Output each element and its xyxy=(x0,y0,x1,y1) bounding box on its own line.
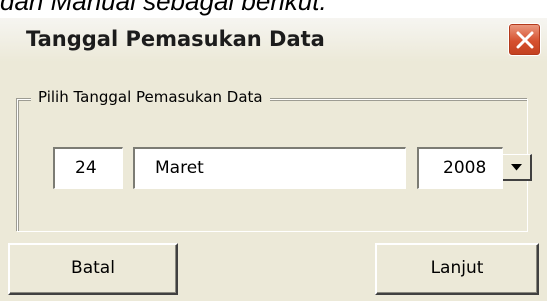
month-value: Maret xyxy=(155,158,204,178)
year-value: 2008 xyxy=(443,158,487,178)
day-value: 24 xyxy=(75,158,97,178)
close-button[interactable] xyxy=(508,23,541,56)
groupbox-legend: Pilih Tanggal Pemasukan Data xyxy=(31,88,270,106)
cancel-button[interactable]: Batal xyxy=(8,243,178,295)
year-input[interactable]: 2008 xyxy=(417,147,503,189)
date-dialog: Tanggal Pemasukan Data Pilih Tanggal Pem… xyxy=(0,18,547,301)
close-icon xyxy=(516,31,534,49)
month-select[interactable]: Maret xyxy=(133,147,532,189)
cancel-button-label: Batal xyxy=(71,258,115,278)
next-button-label: Lanjut xyxy=(430,258,484,278)
day-input[interactable]: 24 xyxy=(53,147,123,189)
next-button[interactable]: Lanjut xyxy=(375,243,539,295)
background-document-text: dan Manual sebagai berikut. xyxy=(0,0,327,16)
chevron-down-icon xyxy=(511,164,522,171)
month-dropdown-button[interactable] xyxy=(502,154,532,181)
dialog-title: Tanggal Pemasukan Data xyxy=(26,27,325,51)
title-bar[interactable]: Tanggal Pemasukan Data xyxy=(0,18,547,62)
